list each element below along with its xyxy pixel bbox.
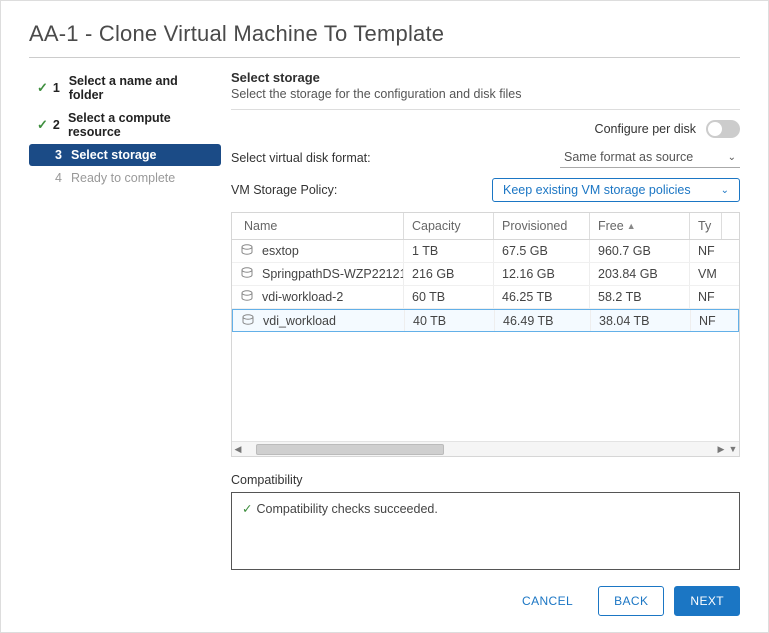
check-icon: ✓ — [37, 80, 48, 96]
table-header: Name Capacity Provisioned Free Ty — [232, 213, 739, 240]
datastore-icon — [240, 289, 254, 303]
configure-per-disk-row: Configure per disk — [231, 120, 740, 138]
configure-per-disk-toggle[interactable] — [706, 120, 740, 138]
scroll-left-icon[interactable]: ◀ — [232, 444, 244, 455]
section-title: Select storage — [231, 70, 740, 85]
datastore-icon — [240, 243, 254, 257]
configure-per-disk-label: Configure per disk — [595, 122, 696, 136]
wizard-step-storage[interactable]: 3 Select storage — [29, 144, 221, 166]
datastore-icon — [241, 313, 255, 327]
horizontal-scrollbar[interactable]: ◀ ▶ ▼ — [232, 441, 739, 456]
table-row[interactable]: SpringpathDS-WZP22121... 216 GB 12.16 GB… — [232, 263, 739, 286]
compatibility-message: Compatibility checks succeeded. — [256, 502, 437, 516]
compatibility-label: Compatibility — [231, 473, 740, 487]
chevron-down-icon[interactable]: ▼ — [727, 444, 739, 454]
storage-policy-select[interactable]: Keep existing VM storage policies ⌄ — [492, 178, 740, 202]
check-icon: ✓ — [242, 502, 252, 516]
scroll-right-icon[interactable]: ▶ — [715, 444, 727, 455]
col-capacity[interactable]: Capacity — [404, 213, 494, 239]
disk-format-select[interactable]: Same format as source ⌄ — [560, 148, 740, 168]
table-body: esxtop 1 TB 67.5 GB 960.7 GB NF Springpa… — [232, 240, 739, 441]
next-button[interactable]: NEXT — [674, 586, 740, 616]
col-free[interactable]: Free — [590, 213, 690, 239]
table-row[interactable]: vdi_workload 40 TB 46.49 TB 38.04 TB NF — [232, 309, 739, 332]
cancel-button[interactable]: CANCEL — [507, 587, 588, 615]
dialog-footer: CANCEL BACK NEXT — [507, 586, 740, 616]
wizard-step-compute[interactable]: ✓ 2 Select a compute resource — [29, 107, 221, 143]
col-provisioned[interactable]: Provisioned — [494, 213, 590, 239]
storage-policy-row: VM Storage Policy: Keep existing VM stor… — [231, 178, 740, 202]
disk-format-label: Select virtual disk format: — [231, 151, 371, 165]
scroll-thumb[interactable] — [256, 444, 444, 455]
chevron-down-icon: ⌄ — [728, 152, 736, 163]
section-subtitle: Select the storage for the configuration… — [231, 87, 740, 101]
datastore-table: Name Capacity Provisioned Free Ty esxtop… — [231, 212, 740, 457]
compatibility-box: ✓ Compatibility checks succeeded. — [231, 492, 740, 570]
wizard-step-name-folder[interactable]: ✓ 1 Select a name and folder — [29, 70, 221, 106]
col-name[interactable]: Name — [232, 213, 404, 239]
wizard-steps: ✓ 1 Select a name and folder ✓ 2 Select … — [29, 70, 221, 570]
datastore-icon — [240, 266, 254, 280]
main-panel: Select storage Select the storage for th… — [231, 70, 740, 570]
table-row[interactable]: vdi-workload-2 60 TB 46.25 TB 58.2 TB NF — [232, 286, 739, 309]
divider — [29, 57, 740, 58]
disk-format-row: Select virtual disk format: Same format … — [231, 148, 740, 168]
back-button[interactable]: BACK — [598, 586, 664, 616]
dialog-title: AA-1 - Clone Virtual Machine To Template — [29, 21, 740, 47]
dialog-content: ✓ 1 Select a name and folder ✓ 2 Select … — [29, 70, 740, 570]
col-type[interactable]: Ty — [690, 213, 722, 239]
clone-vm-dialog: AA-1 - Clone Virtual Machine To Template… — [0, 0, 769, 633]
table-row[interactable]: esxtop 1 TB 67.5 GB 960.7 GB NF — [232, 240, 739, 263]
check-icon: ✓ — [37, 117, 48, 133]
divider — [231, 109, 740, 110]
storage-policy-label: VM Storage Policy: — [231, 183, 337, 197]
wizard-step-ready: 4 Ready to complete — [29, 167, 221, 189]
chevron-down-icon: ⌄ — [721, 185, 729, 196]
